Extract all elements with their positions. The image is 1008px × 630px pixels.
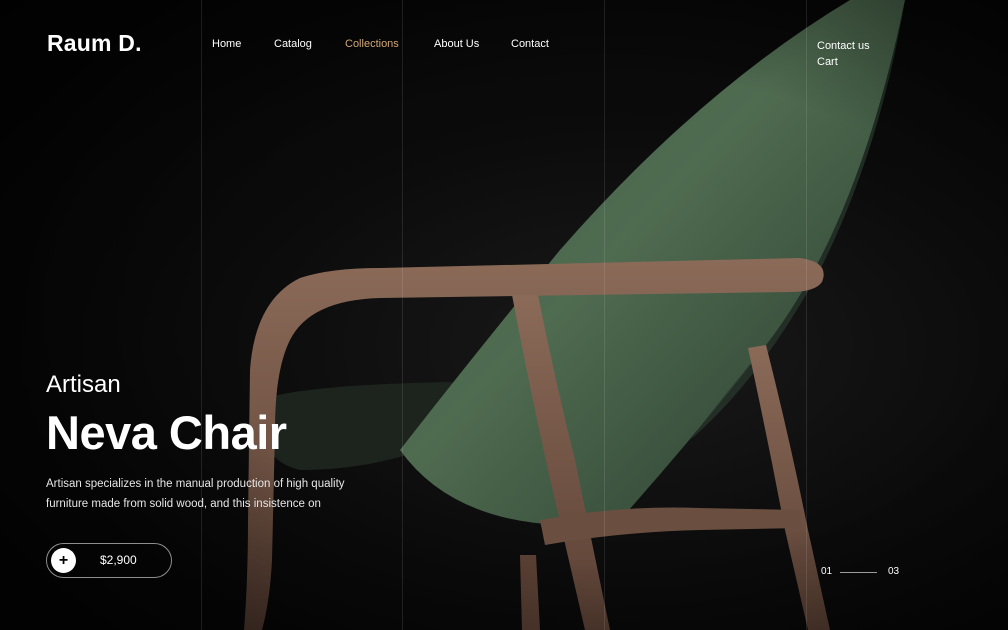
product-title: Neva Chair bbox=[46, 406, 287, 459]
grid-line bbox=[806, 0, 807, 630]
nav-item-collections[interactable]: Collections bbox=[345, 38, 399, 50]
hero-stage: Raum D. Home Catalog Collections About U… bbox=[0, 0, 1008, 630]
slide-current[interactable]: 01 bbox=[821, 566, 832, 577]
product-subtitle: Artisan bbox=[46, 371, 121, 398]
grid-line bbox=[604, 0, 605, 630]
product-description: Artisan specializes in the manual produc… bbox=[46, 475, 386, 514]
plus-icon[interactable]: + bbox=[51, 548, 76, 573]
nav-item-catalog[interactable]: Catalog bbox=[274, 38, 312, 50]
brand-logo[interactable]: Raum D. bbox=[47, 30, 142, 57]
grid-line bbox=[201, 0, 202, 630]
product-price: $2,900 bbox=[100, 553, 137, 567]
cart-link[interactable]: Cart bbox=[817, 54, 870, 70]
contact-us-link[interactable]: Contact us bbox=[817, 38, 870, 54]
add-to-cart-button[interactable]: + $2,900 bbox=[46, 543, 172, 578]
header-actions: Contact us Cart bbox=[817, 38, 870, 70]
description-line: furniture made from solid wood, and this… bbox=[46, 497, 321, 510]
description-line: Artisan specializes in the manual produc… bbox=[46, 478, 345, 490]
nav-item-home[interactable]: Home bbox=[212, 38, 241, 50]
nav-item-about-us[interactable]: About Us bbox=[434, 38, 479, 50]
grid-line bbox=[402, 0, 403, 630]
pager-progress-line bbox=[840, 572, 877, 573]
slide-pager: 01 03 bbox=[821, 566, 911, 580]
nav-item-contact[interactable]: Contact bbox=[511, 38, 549, 50]
slide-total[interactable]: 03 bbox=[888, 566, 899, 577]
chair-image bbox=[0, 0, 1008, 630]
